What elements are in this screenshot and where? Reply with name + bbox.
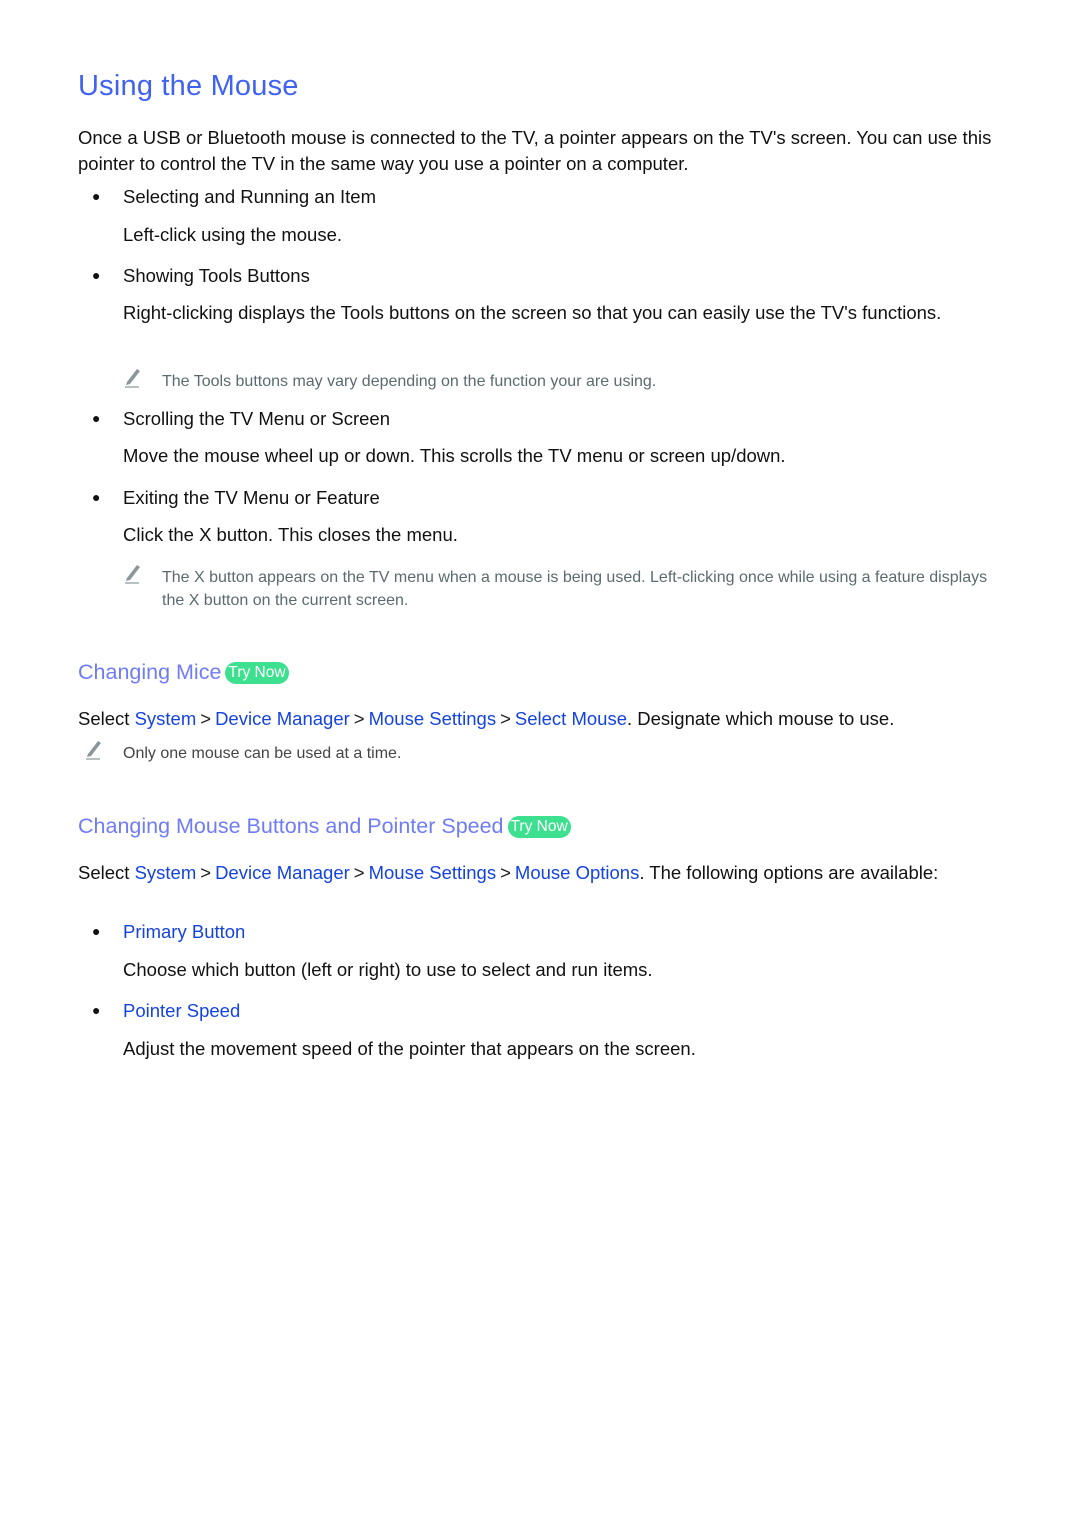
list-item-desc: Left-click using the mouse. bbox=[123, 224, 343, 245]
menu-path-system[interactable]: System bbox=[135, 708, 197, 729]
chevron-right-icon: > bbox=[500, 708, 511, 729]
menu-path-mouse-settings[interactable]: Mouse Settings bbox=[369, 862, 497, 883]
chevron-right-icon: > bbox=[353, 708, 365, 729]
bullet-dot: ● bbox=[92, 267, 101, 283]
chevron-right-icon: > bbox=[353, 862, 365, 883]
menu-path-select-mouse[interactable]: Select Mouse bbox=[515, 708, 627, 729]
menu-path-device-manager[interactable]: Device Manager bbox=[215, 862, 350, 883]
note: Only one mouse can be used at a time. bbox=[84, 741, 954, 765]
list-item-heading: ● Scrolling the TV Menu or Screen bbox=[92, 408, 391, 429]
list-item-heading: ● Exiting the TV Menu or Feature bbox=[92, 487, 380, 508]
intro-paragraph: Once a USB or Bluetooth mouse is connect… bbox=[78, 127, 992, 174]
option-pointer-speed: ● Pointer Speed bbox=[92, 1000, 241, 1021]
pencil-icon bbox=[125, 369, 140, 388]
pencil-icon bbox=[86, 741, 101, 760]
chevron-right-icon: > bbox=[200, 862, 212, 883]
option-desc: Adjust the movement speed of the pointer… bbox=[123, 1038, 696, 1059]
option-primary-button: ● Primary Button bbox=[92, 921, 246, 942]
option-desc: Choose which button (left or right) to u… bbox=[123, 959, 653, 980]
bullet-dot: ● bbox=[92, 188, 101, 204]
bullet-dot: ● bbox=[92, 410, 101, 426]
list-item-desc: Click the X button. This closes the menu… bbox=[123, 524, 458, 545]
try-now-button[interactable]: Try Now bbox=[507, 816, 571, 838]
try-now-button[interactable]: Try Now bbox=[225, 662, 289, 684]
pencil-icon bbox=[125, 565, 140, 584]
bullet-dot: ● bbox=[92, 923, 101, 939]
menu-path-mouse-settings[interactable]: Mouse Settings bbox=[369, 708, 497, 729]
list-item-desc: Right-clicking displays the Tools button… bbox=[123, 302, 942, 323]
section2-instructions: Select System > Device Manager > Mouse Setti… bbox=[78, 862, 939, 883]
page-title: Using the Mouse bbox=[78, 70, 299, 102]
menu-path-device-manager[interactable]: Device Manager bbox=[215, 708, 350, 729]
list-item-heading: ● Showing Tools Buttons bbox=[92, 265, 310, 286]
list-item-heading: ● Selecting and Running an Item bbox=[92, 186, 377, 207]
chevron-right-icon: > bbox=[500, 862, 511, 883]
note: The X button appears on the TV menu when… bbox=[123, 565, 993, 612]
section-heading-mouse-buttons-pointer-speed: Changing Mouse Buttons and Pointer Speed… bbox=[78, 814, 571, 839]
bullet-dot: ● bbox=[92, 489, 101, 505]
menu-path-mouse-options[interactable]: Mouse Options bbox=[515, 862, 639, 883]
menu-path-system[interactable]: System bbox=[135, 862, 197, 883]
section-heading-changing-mice: Changing Mice Try Now bbox=[78, 660, 289, 685]
section1-instructions: Select System > Device Manager > Mouse Setti… bbox=[78, 708, 895, 729]
chevron-right-icon: > bbox=[200, 708, 212, 729]
note: The Tools buttons may vary depending on … bbox=[123, 369, 993, 393]
bullet-dot: ● bbox=[92, 1002, 101, 1018]
list-item-desc: Move the mouse wheel up or down. This sc… bbox=[123, 445, 786, 466]
